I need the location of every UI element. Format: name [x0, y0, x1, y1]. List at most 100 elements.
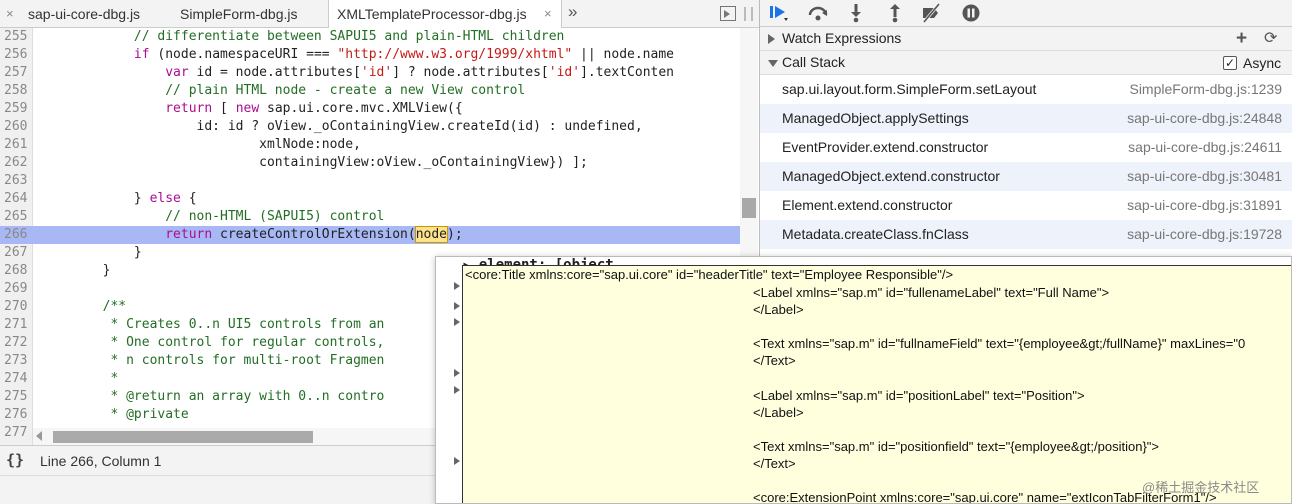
code-token: } — [40, 245, 142, 260]
vertical-scrollbar-thumb[interactable] — [742, 198, 756, 218]
refresh-icon[interactable]: ⟳ — [1264, 28, 1277, 48]
close-tab-icon[interactable]: × — [6, 0, 14, 28]
xml-line: </Label> — [753, 404, 804, 420]
add-watch-icon[interactable]: + — [1236, 28, 1247, 50]
code-token: [ — [212, 101, 236, 116]
tab-xmltemplateprocessor[interactable]: XMLTemplateProcessor-dbg.js × — [328, 0, 562, 29]
code-text: containingView:oView._oContainingView}) … — [40, 154, 588, 172]
call-frame[interactable]: ManagedObject.applySettings sap-ui-core-d… — [760, 104, 1292, 133]
expand-arrow-icon[interactable] — [454, 318, 460, 326]
line-number[interactable]: 273 — [0, 352, 33, 370]
call-frame[interactable]: Metadata.createClass.fnClass sap-ui-core-… — [760, 220, 1292, 249]
expand-triangle-icon[interactable] — [768, 34, 775, 44]
code-token: 'id' — [548, 65, 581, 80]
tab-sap-ui-core[interactable]: × sap-ui-core-dbg.js — [4, 0, 164, 28]
call-frame-function: ManagedObject.extend.constructor — [782, 168, 1000, 184]
code-text: return createControlOrExtension(node); — [40, 226, 463, 244]
code-token: 'id' — [360, 65, 393, 80]
code-token: createControlOrExtension( — [212, 227, 416, 242]
line-number[interactable]: 274 — [0, 370, 33, 388]
code-text: var id = node.attributes['id'] ? node.at… — [40, 64, 674, 82]
xml-line: <Label xmlns="sap.m" id="fullenameLabel"… — [753, 285, 1110, 300]
call-frame-location[interactable]: sap-ui-core-dbg.js:31891 — [1127, 191, 1282, 220]
expand-arrow-icon[interactable] — [454, 282, 460, 290]
hovered-token[interactable]: node — [414, 226, 449, 243]
code-line: 260 id: id ? oView._oContainingView.crea… — [0, 118, 740, 136]
call-frame[interactable]: EventProvider.extend.constructor sap-ui-c… — [760, 133, 1292, 162]
deactivate-breakpoints-icon[interactable] — [920, 3, 942, 23]
call-frame-location[interactable]: sap-ui-core-dbg.js:30481 — [1127, 162, 1282, 191]
expand-arrow-icon[interactable] — [454, 302, 460, 310]
step-out-icon[interactable] — [884, 3, 906, 23]
step-over-icon[interactable] — [807, 3, 829, 23]
line-number[interactable]: 272 — [0, 334, 33, 352]
code-token: } — [40, 191, 150, 206]
line-number[interactable]: 256 — [0, 46, 33, 64]
code-token: new — [235, 101, 260, 116]
line-number[interactable]: 276 — [0, 406, 33, 424]
line-number[interactable]: 258 — [0, 82, 33, 100]
tab-simpleform[interactable]: SimpleForm-dbg.js — [170, 0, 325, 28]
call-frame-function: Metadata.createClass.fnClass — [782, 226, 969, 242]
xml-line: </Text> — [753, 353, 796, 369]
call-frame-function: sap.ui.layout.form.SimpleForm.setLayout — [782, 81, 1037, 97]
line-number[interactable]: 271 — [0, 316, 33, 334]
pane-grip-icon[interactable] — [744, 7, 753, 21]
line-number[interactable]: 266 — [0, 226, 33, 244]
close-tab-icon[interactable]: × — [544, 0, 552, 28]
xml-node-tooltip: <core:Title xmlns:core="sap.ui.core" id=… — [462, 265, 1291, 503]
async-checkbox[interactable]: ✓ — [1223, 56, 1237, 70]
resume-icon[interactable] — [768, 3, 790, 23]
call-frame[interactable]: Element.extend.constructor sap-ui-core-db… — [760, 191, 1292, 220]
scroll-left-arrow-icon[interactable] — [36, 431, 42, 441]
line-number[interactable]: 264 — [0, 190, 33, 208]
line-number[interactable]: 267 — [0, 244, 33, 262]
code-line: 257 var id = node.attributes['id'] ? nod… — [0, 64, 740, 82]
call-frame-location[interactable]: sap-ui-core-dbg.js:24848 — [1127, 104, 1282, 133]
code-line: 263 — [0, 172, 740, 190]
line-number[interactable]: 257 — [0, 64, 33, 82]
line-number[interactable]: 270 — [0, 298, 33, 316]
line-number[interactable]: 263 — [0, 172, 33, 190]
line-number[interactable]: 255 — [0, 28, 33, 46]
line-number[interactable]: 260 — [0, 118, 33, 136]
step-into-icon[interactable] — [845, 3, 867, 23]
expand-arrow-icon[interactable] — [454, 386, 460, 394]
horizontal-scrollbar-thumb[interactable] — [53, 431, 313, 443]
line-number[interactable]: 259 — [0, 100, 33, 118]
pretty-print-icon[interactable]: {} — [6, 451, 24, 469]
code-token: var — [165, 65, 189, 80]
call-frame[interactable]: ManagedObject.extend.constructor sap-ui-c… — [760, 162, 1292, 191]
call-frame-location[interactable]: sap-ui-core-dbg.js:24611 — [1128, 133, 1282, 162]
line-number[interactable]: 261 — [0, 136, 33, 154]
line-number[interactable]: 268 — [0, 262, 33, 280]
call-frame-location[interactable]: SimpleForm-dbg.js:1239 — [1129, 75, 1282, 104]
collapse-triangle-icon[interactable] — [768, 60, 778, 67]
call-frame-location[interactable]: sap-ui-core-dbg.js:19728 — [1127, 220, 1282, 249]
call-frame[interactable]: sap.ui.layout.form.SimpleForm.setLayout S… — [760, 75, 1292, 104]
file-tab-bar: × sap-ui-core-dbg.js SimpleForm-dbg.js X… — [0, 0, 760, 29]
expand-arrow-icon[interactable] — [454, 457, 460, 465]
code-text: xmlNode:node, — [40, 136, 361, 154]
pause-on-exceptions-icon[interactable] — [960, 3, 982, 23]
expand-arrow-icon[interactable] — [454, 369, 460, 377]
line-number[interactable]: 277 — [0, 424, 33, 442]
code-token: ].textConten — [580, 65, 674, 80]
code-text: * One control for regular controls, — [40, 334, 384, 352]
more-tabs-icon[interactable]: » — [568, 2, 577, 22]
code-line: 255 // differentiate between SAPUI5 and … — [0, 28, 740, 46]
code-line: 258 // plain HTML node - create a new Vi… — [0, 82, 740, 100]
object-preview-popover[interactable]: ▸ element: [object ... <core:Title xmlns… — [435, 256, 1292, 504]
call-stack-header[interactable]: Call Stack ✓ Async — [760, 51, 1292, 75]
line-number[interactable]: 269 — [0, 280, 33, 298]
code-token: return — [165, 227, 213, 242]
watch-expressions-header[interactable]: Watch Expressions + ⟳ — [760, 27, 1292, 51]
call-stack-title: Call Stack — [782, 54, 846, 70]
toggle-debugger-icon[interactable] — [720, 6, 736, 21]
line-number[interactable]: 265 — [0, 208, 33, 226]
tab-label: XMLTemplateProcessor-dbg.js — [337, 6, 527, 22]
code-token: containingView:oView._oContainingView}) … — [40, 155, 588, 170]
line-number[interactable]: 275 — [0, 388, 33, 406]
line-number[interactable]: 262 — [0, 154, 33, 172]
